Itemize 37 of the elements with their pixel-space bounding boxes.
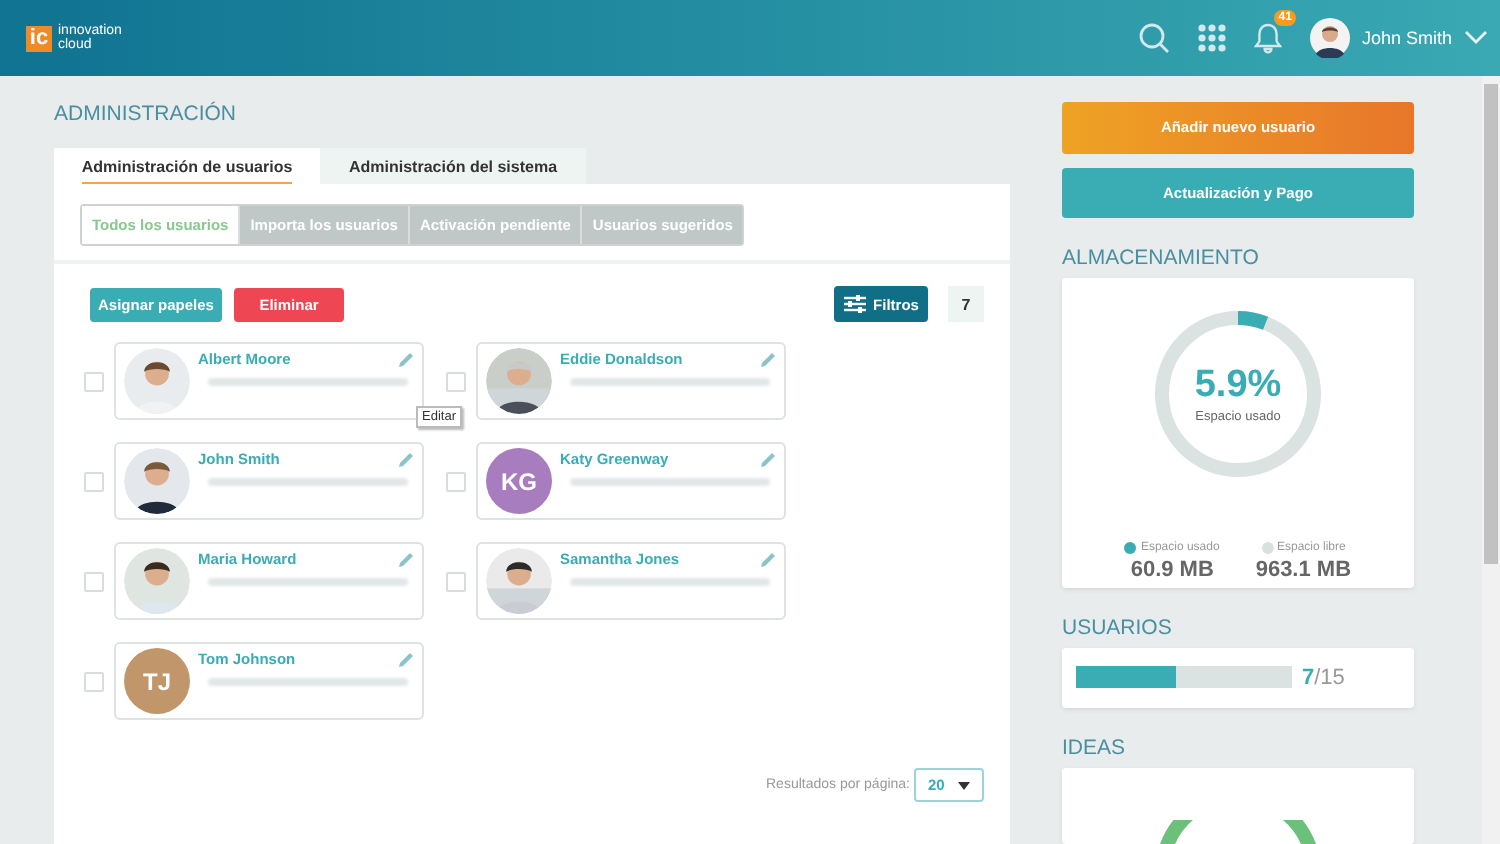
pencil-icon[interactable] (760, 552, 776, 568)
checkbox[interactable] (446, 571, 466, 591)
checkbox[interactable] (84, 571, 104, 591)
pencil-icon[interactable] (398, 652, 414, 668)
user-name[interactable]: John Smith (1361, 28, 1452, 48)
checkbox[interactable] (84, 371, 104, 391)
legend-value: 60.9 MB (1130, 558, 1214, 583)
pencil-icon[interactable] (760, 452, 776, 468)
apps-grid-icon[interactable] (1197, 24, 1226, 52)
pencil-icon[interactable] (398, 552, 414, 568)
logo-mark: ic (26, 25, 52, 51)
usage-percent: 5.9% (1194, 364, 1282, 409)
bell-icon[interactable] (1253, 22, 1282, 54)
user-count: 7 (948, 286, 984, 322)
page-title: ADMINISTRACIÓN (54, 102, 239, 126)
pencil-icon[interactable] (398, 352, 414, 368)
pencil-icon[interactable] (398, 452, 414, 468)
pencil-icon[interactable] (760, 352, 776, 368)
tab[interactable]: Administración de usuarios (54, 148, 320, 184)
checkbox[interactable] (84, 671, 104, 691)
checkbox[interactable] (446, 371, 466, 391)
user-quota: 7/15 (1302, 665, 1345, 690)
search-icon[interactable] (1137, 22, 1170, 54)
caret-icon (958, 781, 970, 789)
checkbox[interactable] (446, 471, 466, 491)
initials-avatar: KG (486, 448, 552, 514)
section-title: IDEAS (1062, 736, 1128, 761)
scrollbar[interactable] (1482, 76, 1500, 844)
tab[interactable]: Administración del sistema (320, 148, 586, 184)
legend-value: 963.1 MB (1255, 558, 1352, 583)
scrollbar-thumb[interactable] (1484, 84, 1498, 564)
section-title: ALMACENAMIENTO (1062, 246, 1261, 271)
chevron-down-icon[interactable] (1464, 30, 1488, 46)
checkbox[interactable] (84, 471, 104, 491)
initials-avatar: TJ (124, 648, 190, 714)
section-title: USUARIOS (1062, 615, 1174, 640)
sliders-icon (843, 294, 866, 314)
